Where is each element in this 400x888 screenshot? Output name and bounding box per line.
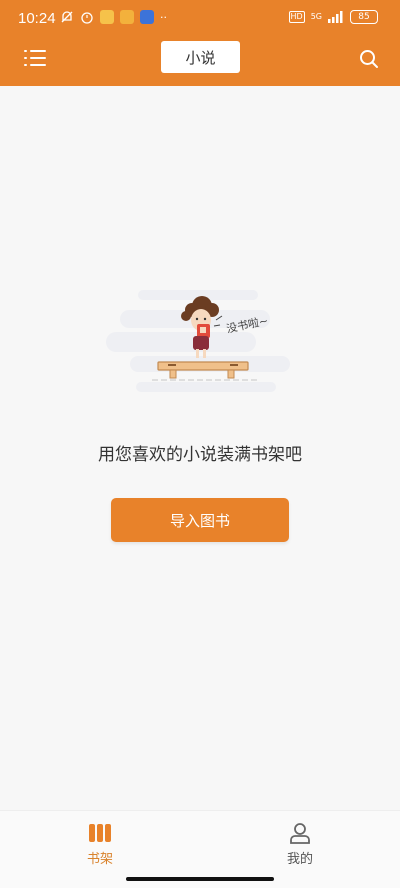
search-icon[interactable] bbox=[358, 48, 380, 70]
status-right: HD 5G 85 bbox=[288, 10, 378, 24]
more-notifications-icon: ·· bbox=[160, 10, 167, 24]
nav-label-profile: 我的 bbox=[286, 852, 313, 867]
message-app-icon bbox=[120, 10, 134, 24]
hd-badge: HD bbox=[288, 11, 305, 23]
menu-icon[interactable] bbox=[24, 48, 48, 68]
nav-item-bookshelf[interactable]: 书架 bbox=[0, 811, 200, 871]
bookshelf-icon bbox=[89, 824, 111, 842]
profile-icon bbox=[290, 823, 310, 844]
app-header: 10:24 ·· HD 5G 85 小说 bbox=[0, 0, 400, 86]
status-bar: 10:24 ·· HD 5G 85 bbox=[0, 0, 400, 36]
empty-shelf-message: 用您喜欢的小说装满书架吧 bbox=[98, 445, 302, 465]
empty-bookshelf-illustration: 没书啦~ bbox=[106, 290, 290, 392]
home-indicator[interactable] bbox=[126, 877, 274, 881]
status-time: 10:24 bbox=[18, 10, 56, 27]
battery-indicator: 85 bbox=[350, 10, 378, 24]
app-bar: 小说 bbox=[0, 36, 400, 86]
nav-item-profile[interactable]: 我的 bbox=[200, 811, 400, 871]
translate-app-icon bbox=[140, 10, 154, 24]
mute-bell-icon bbox=[61, 11, 73, 23]
nav-label-bookshelf: 书架 bbox=[86, 852, 113, 867]
category-title[interactable]: 小说 bbox=[161, 41, 240, 73]
notification-icons: ·· bbox=[60, 10, 167, 24]
weibo-icon bbox=[100, 10, 114, 24]
network-type: 5G bbox=[310, 12, 322, 21]
signal-icon bbox=[328, 11, 343, 23]
import-books-button[interactable]: 导入图书 bbox=[111, 498, 289, 542]
alarm-icon bbox=[81, 12, 93, 24]
